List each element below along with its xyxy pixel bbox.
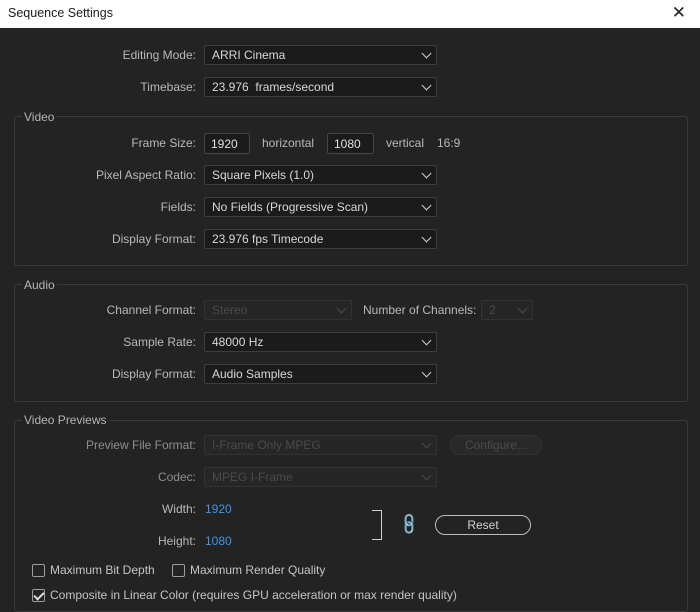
video-display-format-select[interactable]: 23.976 fps Timecode [204, 229, 437, 249]
timebase-value: 23.976 frames/second [212, 80, 335, 94]
chevron-down-icon [421, 438, 432, 449]
close-icon[interactable]: ✕ [672, 3, 686, 23]
video-previews-group-title: Video Previews [22, 413, 109, 427]
video-display-format-label: Display Format: [111, 232, 196, 246]
pixel-aspect-ratio-label: Pixel Aspect Ratio: [95, 168, 196, 182]
chevron-down-icon [421, 80, 432, 91]
chevron-down-icon [517, 303, 528, 314]
audio-display-format-label: Display Format: [111, 367, 196, 381]
number-of-channels-label: Number of Channels: [363, 303, 477, 317]
max-bit-depth-label: Maximum Bit Depth [50, 563, 155, 577]
composite-linear-label: Composite in Linear Color (requires GPU … [50, 588, 457, 602]
title-bar: Sequence Settings ✕ [0, 0, 700, 28]
number-of-channels-value: 2 [489, 303, 496, 317]
chevron-down-icon [421, 200, 432, 211]
composite-linear-checkbox[interactable] [32, 589, 45, 602]
audio-display-format-value: Audio Samples [212, 367, 293, 381]
max-render-quality-label: Maximum Render Quality [190, 563, 326, 577]
video-group-title: Video [22, 110, 57, 124]
editing-mode-label: Editing Mode: [122, 48, 196, 62]
max-render-quality-checkbox[interactable] [172, 564, 185, 577]
video-display-format-value: 23.976 fps Timecode [212, 232, 324, 246]
editing-mode-value: ARRI Cinema [212, 48, 286, 62]
editing-mode-select[interactable]: ARRI Cinema [204, 45, 437, 65]
chevron-down-icon [421, 367, 432, 378]
timebase-label: Timebase: [140, 80, 196, 94]
audio-display-format-select[interactable]: Audio Samples [204, 364, 437, 384]
sample-rate-select[interactable]: 48000 Hz [204, 332, 437, 352]
fields-select[interactable]: No Fields (Progressive Scan) [204, 197, 437, 217]
audio-group-title: Audio [22, 278, 57, 292]
frame-width-input[interactable]: 1920 [204, 133, 250, 154]
window-title: Sequence Settings [8, 6, 113, 20]
channel-format-label: Channel Format: [106, 303, 196, 317]
chevron-down-icon [421, 470, 432, 481]
timebase-select[interactable]: 23.976 frames/second [204, 77, 437, 97]
aspect-ratio-value: 16:9 [437, 136, 461, 150]
channel-format-select[interactable]: Stereo [204, 300, 352, 320]
preview-width-label: Width: [161, 502, 196, 516]
preview-file-format-label: Preview File Format: [85, 438, 196, 452]
preview-height-value[interactable]: 1080 [205, 534, 232, 548]
reset-button[interactable]: Reset [435, 515, 531, 535]
pixel-aspect-ratio-value: Square Pixels (1.0) [212, 168, 315, 182]
pixel-aspect-ratio-select[interactable]: Square Pixels (1.0) [204, 165, 437, 185]
vertical-label: vertical [386, 136, 425, 150]
frame-size-label: Frame Size: [131, 136, 196, 150]
codec-select[interactable]: MPEG I-Frame [204, 467, 437, 487]
chevron-down-icon [421, 232, 432, 243]
preview-file-format-value: I-Frame Only MPEG [212, 438, 321, 452]
sample-rate-label: Sample Rate: [123, 335, 196, 349]
horizontal-label: horizontal [262, 136, 315, 150]
chevron-down-icon [421, 48, 432, 59]
chevron-down-icon [336, 303, 347, 314]
frame-height-input[interactable]: 1080 [327, 133, 374, 154]
codec-label: Codec: [157, 470, 196, 484]
max-bit-depth-checkbox[interactable] [32, 564, 45, 577]
sample-rate-value: 48000 Hz [212, 335, 264, 349]
preview-file-format-select[interactable]: I-Frame Only MPEG [204, 435, 437, 455]
chevron-down-icon [421, 335, 432, 346]
aspect-link-bracket [372, 510, 382, 540]
preview-height-label: Height: [157, 534, 196, 548]
preview-width-value[interactable]: 1920 [205, 502, 232, 516]
fields-value: No Fields (Progressive Scan) [212, 200, 369, 214]
chevron-down-icon [421, 168, 432, 179]
fields-label: Fields: [160, 200, 196, 214]
number-of-channels-select[interactable]: 2 [481, 300, 533, 320]
channel-format-value: Stereo [212, 303, 248, 317]
codec-value: MPEG I-Frame [212, 470, 293, 484]
configure-button[interactable]: Configure... [450, 435, 542, 455]
